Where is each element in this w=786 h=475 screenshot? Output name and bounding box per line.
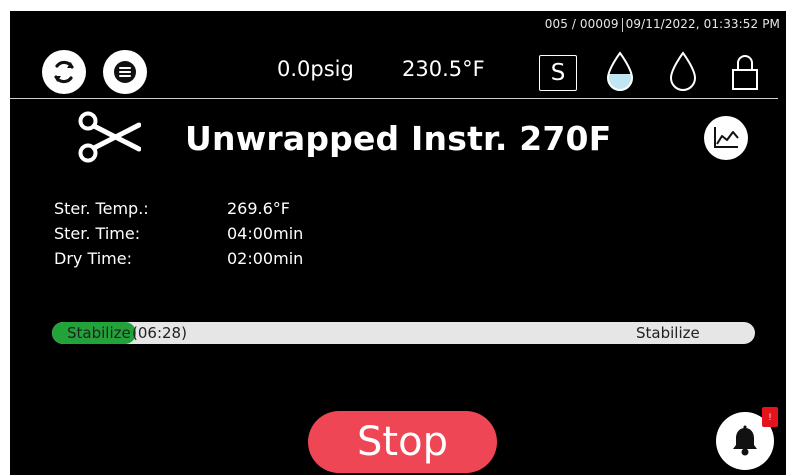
alarm-badge: ! xyxy=(762,407,778,427)
mode-indicator[interactable]: S xyxy=(539,55,577,91)
stop-button[interactable]: Stop xyxy=(308,411,497,473)
status-line: 005 / 00009 09/11/2022, 01:33:52 PM xyxy=(545,17,780,32)
water-drop-filled-icon xyxy=(606,51,634,91)
cycle-counter: 005 / 00009 xyxy=(544,17,619,31)
param-value-dry-time: 02:00min xyxy=(227,249,304,268)
pressure-readout: 0.0psig xyxy=(277,57,354,81)
status-separator xyxy=(621,17,623,32)
scissors-icon xyxy=(78,111,141,163)
end-stage-label: Stabilize xyxy=(636,324,700,342)
graph-icon xyxy=(714,127,739,148)
cycle-progress-bar: Stabilize (06:28) Stabilize xyxy=(52,322,755,344)
current-stage-label: Stabilize xyxy=(67,324,131,342)
date-time: 09/11/2022, 01:33:52 PM xyxy=(625,17,780,31)
param-value-ster-temp: 269.6°F xyxy=(227,199,291,218)
program-title: Unwrapped Instr. 270F xyxy=(185,119,612,158)
temperature-readout: 230.5°F xyxy=(402,57,485,81)
param-value-ster-time: 04:00min xyxy=(227,224,304,243)
param-label-dry-time: Dry Time: xyxy=(54,249,132,268)
menu-icon xyxy=(114,61,136,83)
cycle-button[interactable] xyxy=(42,50,86,94)
param-label-ster-temp: Ster. Temp.: xyxy=(54,199,149,218)
autoclave-screen: 005 / 00009 09/11/2022, 01:33:52 PM 0.0ps… xyxy=(10,11,786,475)
header-divider xyxy=(10,98,778,99)
water-drop-outline-icon xyxy=(669,51,697,91)
param-label-ster-time: Ster. Time: xyxy=(54,224,141,243)
cycle-icon xyxy=(54,60,74,84)
graph-button[interactable] xyxy=(704,116,748,160)
stage-elapsed-time: (06:28) xyxy=(132,324,187,342)
menu-button[interactable] xyxy=(103,50,147,94)
bell-icon xyxy=(733,425,757,456)
lock-icon xyxy=(732,55,758,90)
